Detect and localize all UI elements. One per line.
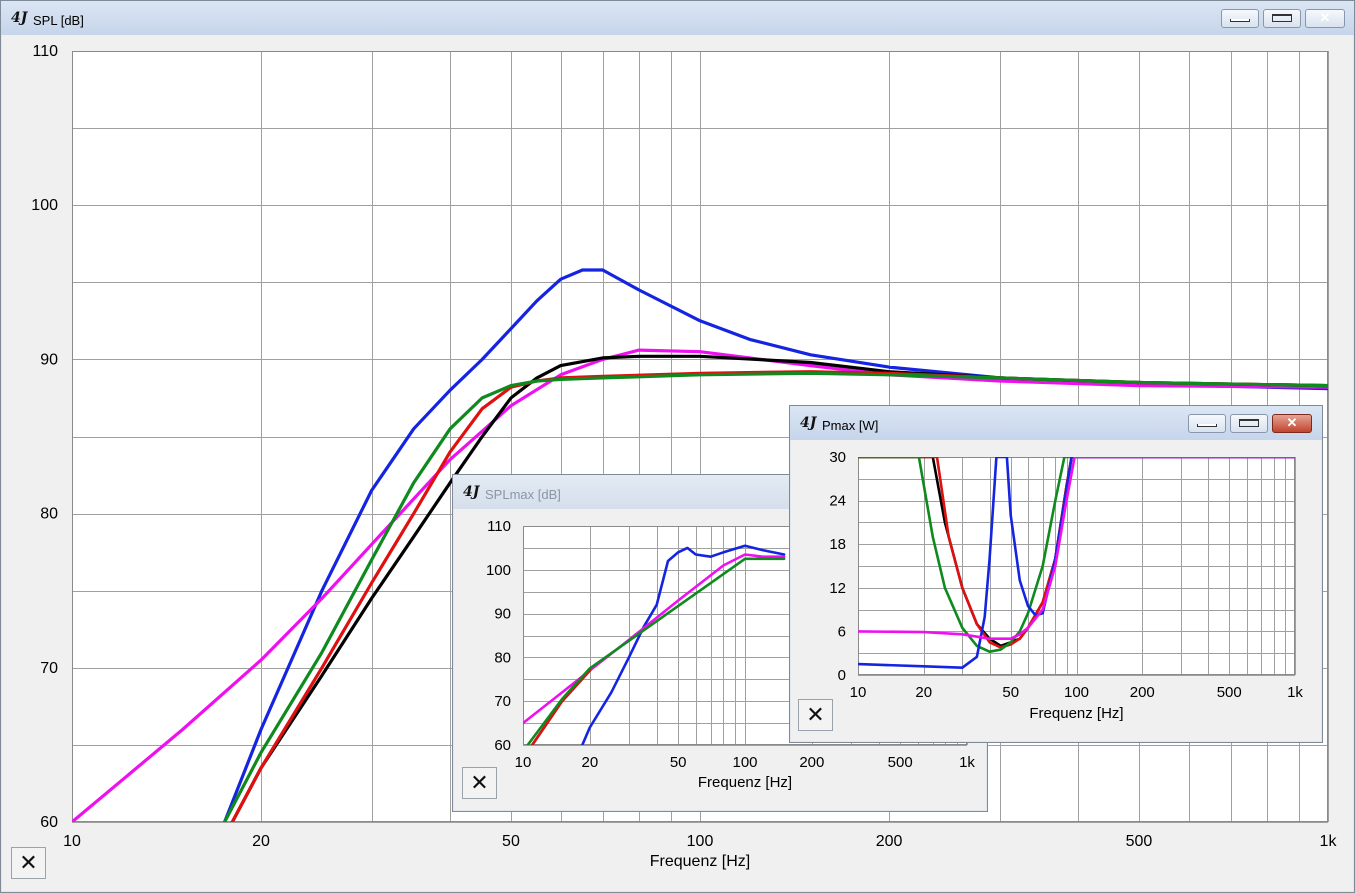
- remove-curve-button[interactable]: ✕: [462, 767, 497, 799]
- minimize-icon: [1222, 10, 1258, 27]
- x-tick-label: 100: [1064, 684, 1089, 701]
- maximize-icon: [1231, 415, 1267, 432]
- x-tick-label: 1k: [1287, 684, 1303, 701]
- pmax-window-title: Pmax [W]: [822, 418, 879, 433]
- x-tick-label: 200: [1130, 684, 1155, 701]
- x-tick-label: 50: [502, 833, 520, 850]
- app-logo-icon: 4J: [463, 484, 480, 500]
- x-tick-label: 50: [670, 754, 687, 771]
- y-tick-label: 80: [494, 649, 511, 666]
- y-tick-label: 70: [494, 693, 511, 710]
- x-tick-label: 100: [687, 833, 714, 850]
- x-tick-label: 500: [888, 754, 913, 771]
- y-tick-label: 24: [829, 493, 846, 510]
- spl-titlebar[interactable]: 4J SPL [dB] ✕: [1, 1, 1354, 35]
- y-tick-label: 100: [486, 562, 511, 579]
- maximize-button[interactable]: [1230, 414, 1268, 433]
- y-tick-label: 60: [494, 737, 511, 754]
- close-icon: ✕: [1319, 10, 1331, 25]
- x-tick-label: 500: [1126, 833, 1153, 850]
- x-tick-label: 10: [850, 684, 867, 701]
- y-tick-label: 80: [40, 506, 58, 523]
- pmax-titlebar[interactable]: 4J Pmax [W] ✕: [790, 406, 1322, 440]
- minimize-button[interactable]: [1188, 414, 1226, 433]
- x-tick-label: 10: [63, 833, 81, 850]
- x-tick-label: 10: [515, 754, 532, 771]
- spl-window-title: SPL [dB]: [33, 13, 84, 28]
- minimize-button[interactable]: [1221, 9, 1259, 28]
- x-tick-label: 200: [876, 833, 903, 850]
- app-logo-icon: 4J: [800, 415, 817, 431]
- app-logo-icon: 4J: [11, 10, 28, 26]
- x-axis-label: Frequenz [Hz]: [698, 774, 792, 791]
- x-tick-label: 50: [1002, 684, 1019, 701]
- x-tick-label: 200: [799, 754, 824, 771]
- minimize-icon: [1189, 415, 1225, 432]
- y-tick-label: 12: [829, 580, 846, 597]
- splmax-window-title: SPLmax [dB]: [485, 487, 561, 502]
- close-button[interactable]: ✕: [1272, 414, 1312, 433]
- y-tick-label: 90: [40, 351, 58, 368]
- y-tick-label: 30: [829, 449, 846, 466]
- x-axis-label: Frequenz [Hz]: [1029, 705, 1123, 722]
- pmax-chart: 0 6 12 18 24 30 10 20 50 100 200 500 1k Frequenz [Hz]: [829, 449, 1303, 722]
- close-button[interactable]: ✕: [1305, 9, 1345, 28]
- y-tick-label: 110: [487, 518, 511, 535]
- pmax-window: 4J Pmax [W] ✕ 0 6 12 18 24 30 10 20 50 100 200 500 1…: [789, 405, 1323, 743]
- remove-curve-button[interactable]: ✕: [798, 699, 833, 731]
- close-icon: ✕: [1286, 415, 1298, 430]
- y-tick-label: 70: [40, 660, 58, 677]
- x-tick-label: 20: [581, 754, 598, 771]
- maximize-button[interactable]: [1263, 9, 1301, 28]
- y-tick-label: 100: [31, 197, 58, 214]
- maximize-icon: [1264, 10, 1300, 27]
- x-tick-label: 1k: [959, 754, 975, 771]
- y-tick-label: 18: [829, 536, 846, 553]
- x-tick-label: 20: [915, 684, 932, 701]
- y-tick-label: 90: [494, 606, 511, 623]
- x-tick-label: 500: [1217, 684, 1242, 701]
- x-tick-label: 20: [252, 833, 270, 850]
- y-tick-label: 0: [838, 667, 846, 684]
- x-axis-label: Frequenz [Hz]: [650, 853, 750, 870]
- y-tick-label: 110: [32, 43, 58, 60]
- x-tick-label: 100: [732, 754, 757, 771]
- y-tick-label: 60: [40, 814, 58, 831]
- remove-curve-button[interactable]: ✕: [11, 847, 46, 879]
- y-tick-label: 6: [838, 623, 846, 640]
- x-tick-label: 1k: [1320, 833, 1338, 850]
